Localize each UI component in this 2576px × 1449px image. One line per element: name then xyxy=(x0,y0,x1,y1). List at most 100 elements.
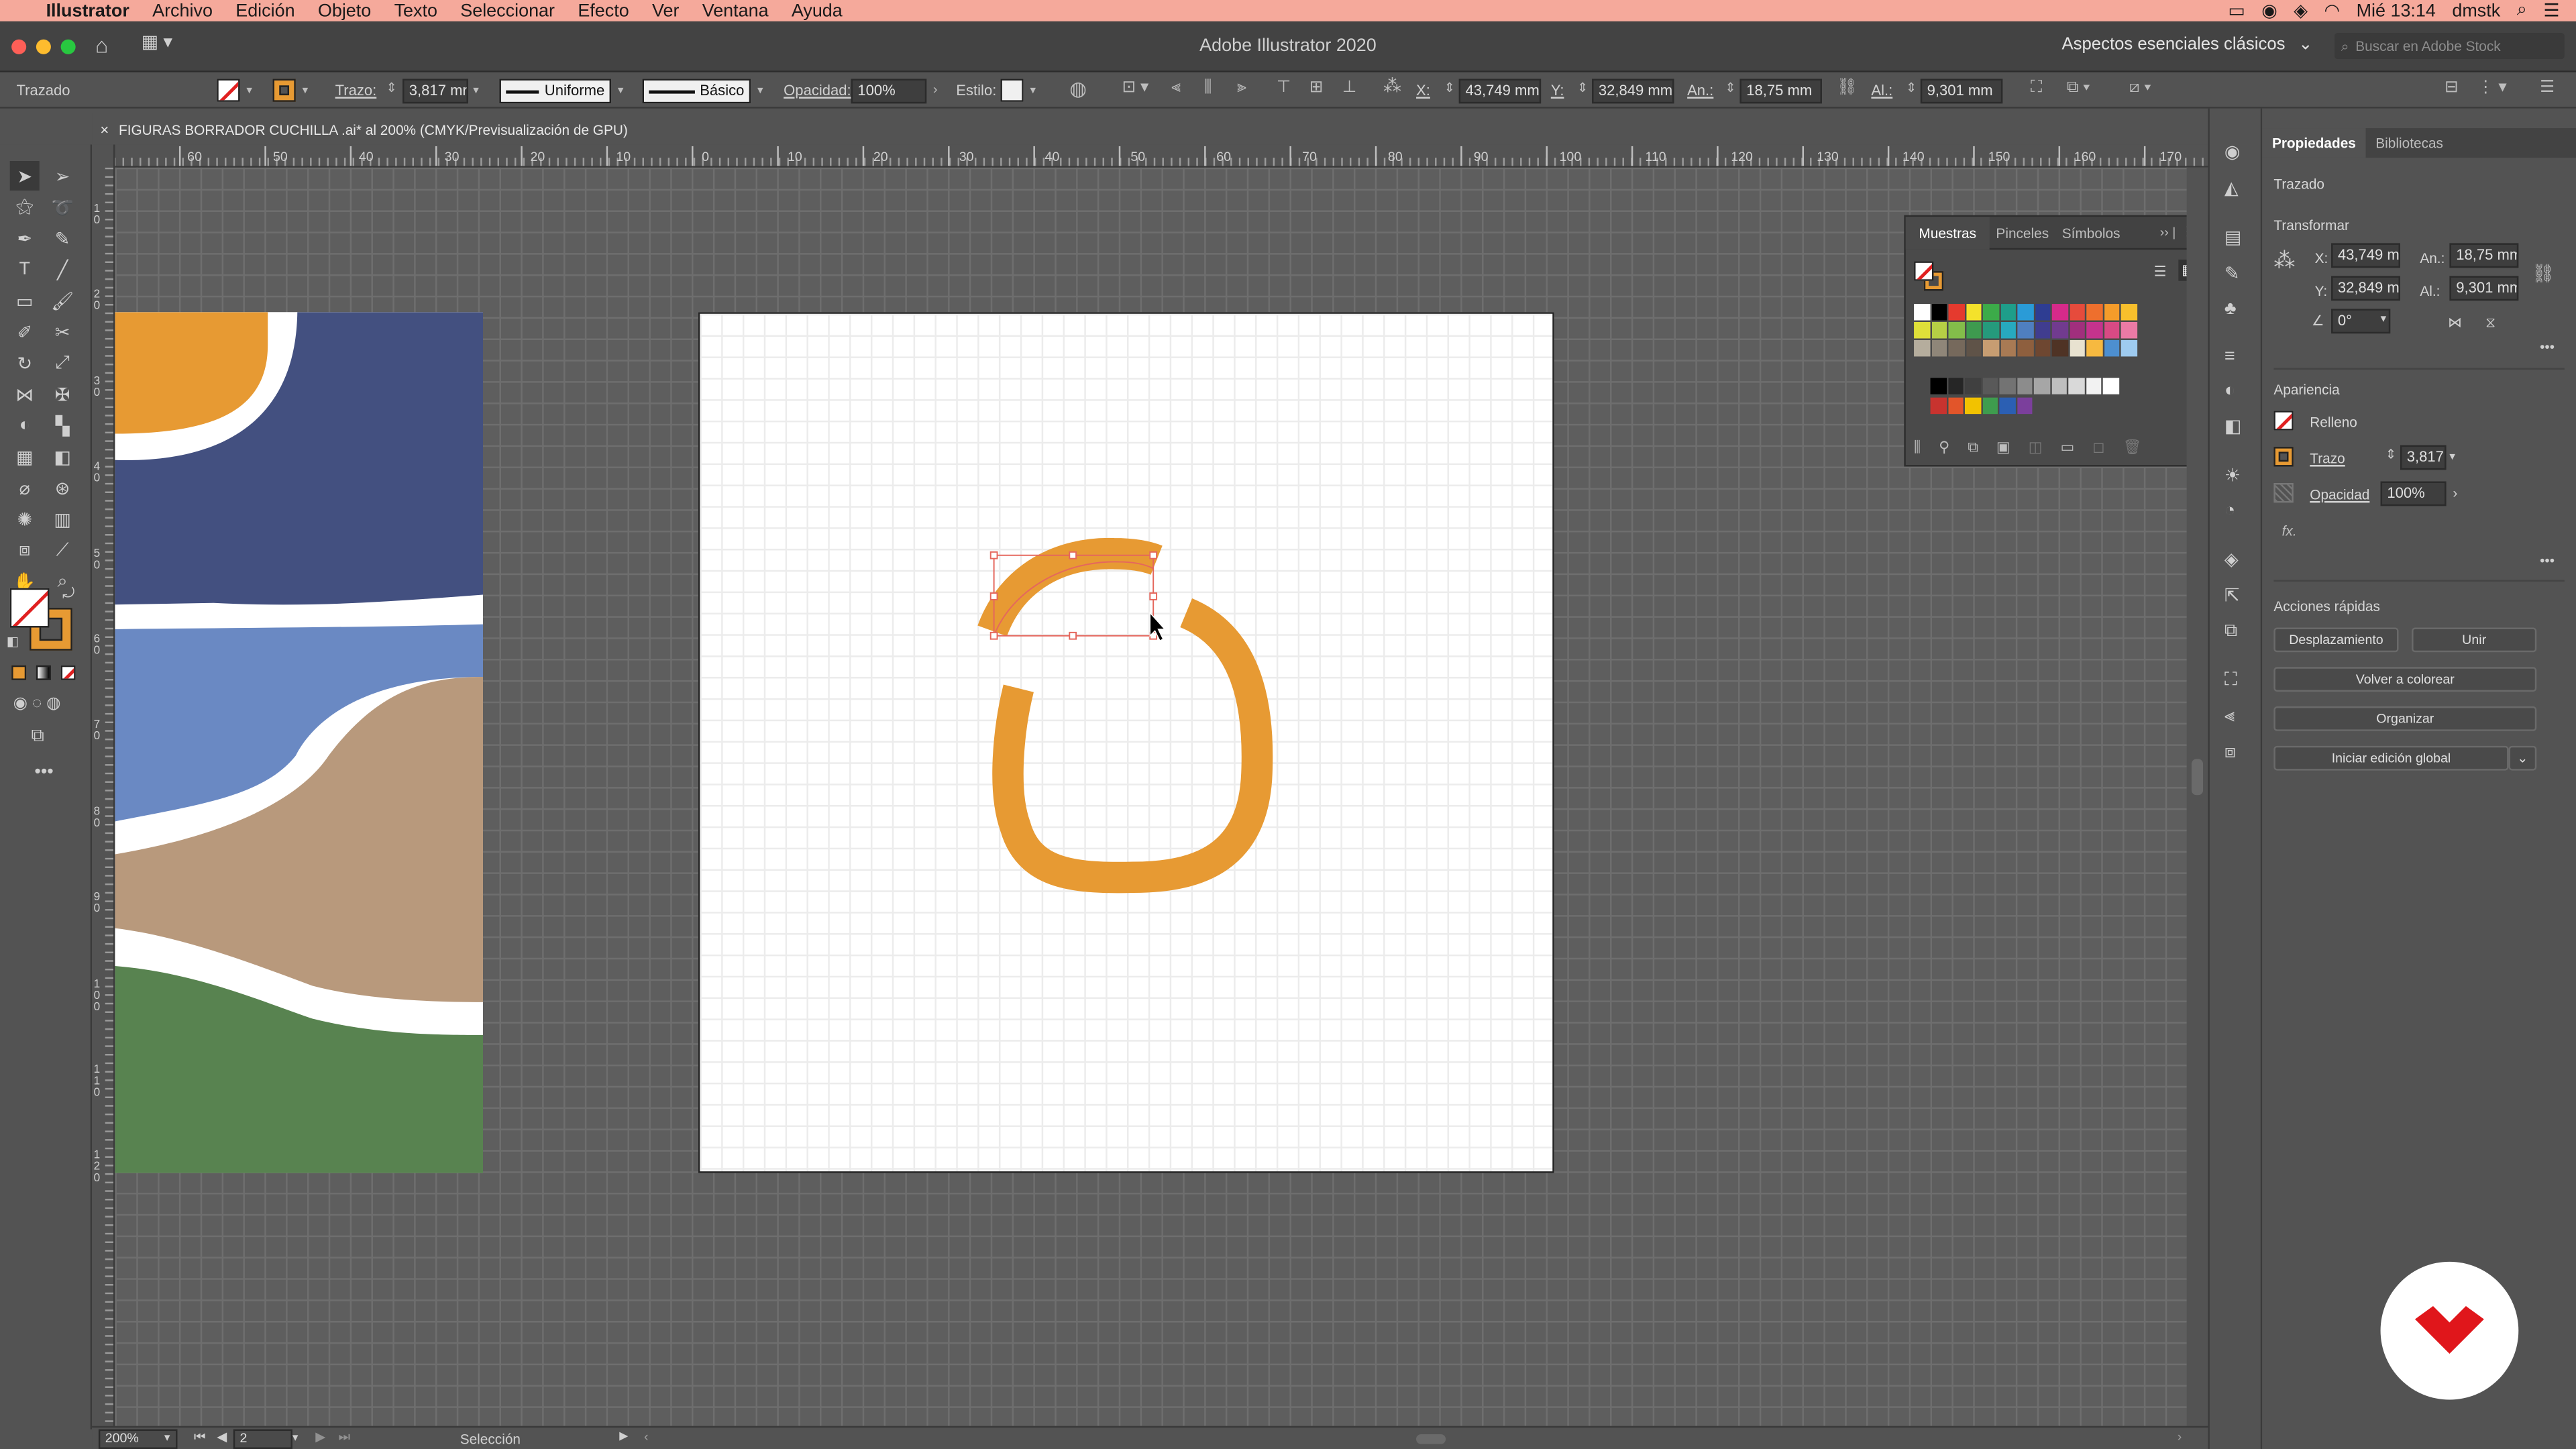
notification-icon[interactable]: ☰ xyxy=(2543,0,2559,21)
color-swatch[interactable] xyxy=(1948,339,1964,357)
color-swatch[interactable] xyxy=(2069,322,2085,339)
draw-mode-icon[interactable]: ◉ ◌ ◍ xyxy=(13,695,61,713)
x-input[interactable]: 43,749 mm xyxy=(1458,78,1542,104)
tab-pinceles[interactable]: Pinceles xyxy=(1990,224,2055,240)
arrange-button[interactable]: Organizar xyxy=(2273,706,2537,731)
screen-icon[interactable]: ▭ xyxy=(2228,0,2245,21)
last-artboard-icon[interactable]: ⏭ xyxy=(338,1430,350,1446)
menu-edicion[interactable]: Edición xyxy=(235,1,294,20)
stroke-stepper-icon[interactable]: ⇕ xyxy=(386,80,397,97)
color-swatch[interactable] xyxy=(2000,304,2016,321)
angle-dropdown-icon[interactable]: ▾ xyxy=(2381,312,2387,325)
delete-swatch-icon[interactable]: 🗑 xyxy=(2123,439,2142,457)
color-swatch[interactable] xyxy=(2086,322,2102,339)
stroke-dropdown-icon[interactable]: ▾ xyxy=(2449,450,2455,463)
color-swatch[interactable] xyxy=(2069,339,2085,357)
color-swatch[interactable] xyxy=(1914,339,1930,357)
opacity-label[interactable]: Opacidad: xyxy=(784,82,851,98)
color-swatch[interactable] xyxy=(2051,339,2068,357)
color-swatch[interactable] xyxy=(1982,304,1999,321)
gray-swatch[interactable] xyxy=(1930,378,1946,394)
prop-x-input[interactable]: 43,749 m xyxy=(2331,243,2400,268)
new-folder-icon[interactable]: ▭ xyxy=(2061,439,2075,457)
scissors-tool-icon[interactable]: ✂ xyxy=(48,317,77,347)
fill-dropdown-icon[interactable]: ▾ xyxy=(246,84,252,100)
color-swatch[interactable] xyxy=(2121,322,2137,339)
stroke-weight-input[interactable]: 3,817 mr xyxy=(402,78,468,104)
tab-propiedades[interactable]: Propiedades xyxy=(2262,128,2366,158)
brush-dropdown[interactable]: ▾ xyxy=(757,84,763,100)
fill-none-swatch[interactable] xyxy=(217,78,240,102)
learn-icon[interactable]: ◭ xyxy=(2224,177,2241,199)
magic-wand-tool-icon[interactable]: ⚝ xyxy=(10,193,40,222)
edit-swatch-icon[interactable]: ◫ xyxy=(2029,439,2043,457)
fill-color-box[interactable] xyxy=(9,588,50,628)
stroke-label[interactable]: Trazo: xyxy=(335,82,377,98)
curvature-tool-icon[interactable]: ✎ xyxy=(48,223,77,253)
type-tool-icon[interactable]: T xyxy=(10,255,40,284)
artboard[interactable] xyxy=(698,312,1554,1173)
shape-builder-tool-icon[interactable]: ◐ xyxy=(10,411,40,440)
gray-swatch[interactable] xyxy=(1964,378,1981,394)
color-swatch[interactable] xyxy=(1966,304,1982,321)
color-swatch[interactable] xyxy=(1982,322,1999,339)
lasso-tool-icon[interactable]: ➰ xyxy=(48,193,77,222)
menu-ventana[interactable]: Ventana xyxy=(702,1,769,20)
color-swatch[interactable] xyxy=(2086,339,2102,357)
color-themes-icon[interactable]: ◉ xyxy=(2224,142,2241,162)
color-swatch[interactable] xyxy=(1948,322,1964,339)
group-swatch[interactable] xyxy=(1930,397,1946,415)
color-swatch[interactable] xyxy=(2121,304,2137,321)
artboard-dropdown-icon[interactable]: ▾ xyxy=(292,1431,299,1444)
gray-swatch[interactable] xyxy=(2068,378,2084,394)
opacity-input[interactable]: 100% xyxy=(851,78,927,104)
menu-texto[interactable]: Texto xyxy=(394,1,437,20)
graphic-style-swatch[interactable] xyxy=(1000,78,1024,102)
recolor-artwork-icon[interactable]: ◍ xyxy=(1069,79,1087,99)
flip-horizontal-icon[interactable]: ⋈ xyxy=(2448,314,2462,332)
menu-seleccionar[interactable]: Seleccionar xyxy=(460,1,555,20)
align-to-icon[interactable]: ⊡ ▾ xyxy=(1122,80,1149,97)
scale-tool-icon[interactable]: ⤢ xyxy=(48,348,77,378)
h-scroll-thumb[interactable] xyxy=(1416,1434,1446,1444)
status-menu-arrow-icon[interactable]: ▶ xyxy=(619,1430,628,1442)
color-swatch[interactable] xyxy=(2017,339,2033,357)
horizontal-scrollbar[interactable]: ‹ › xyxy=(644,1430,2182,1446)
workspace-switcher[interactable]: Aspectos esenciales clásicos ⌄ xyxy=(2061,34,2312,54)
horizontal-ruler[interactable]: 60 50 40 30 20 10 0 10 20 30 40 50 60 70 80 90 100 110 120… xyxy=(98,144,2208,168)
color-swatch[interactable] xyxy=(2086,304,2102,321)
width-stepper-icon[interactable]: ⇕ xyxy=(1725,80,1735,97)
screen-mode-icon[interactable]: ⧉ xyxy=(32,726,44,747)
global-edit-dropdown[interactable]: ⌄ xyxy=(2508,745,2537,771)
color-swatch[interactable] xyxy=(1966,339,1982,357)
transform-panel-icon[interactable]: ⛶ xyxy=(2224,670,2241,692)
paintbrush-tool-icon[interactable]: 🖌 xyxy=(48,286,77,315)
artboard-side-illustration[interactable] xyxy=(115,312,484,1173)
properties-icon[interactable]: ▤ xyxy=(2224,227,2241,248)
opacity-arrow-icon[interactable]: › xyxy=(933,82,938,98)
color-swatch[interactable] xyxy=(2035,339,2051,357)
blend-tool-icon[interactable]: ⊛ xyxy=(48,473,77,502)
color-swatch[interactable] xyxy=(2103,304,2120,321)
previous-artboard-icon[interactable]: ◀ xyxy=(217,1430,227,1444)
mesh-tool-icon[interactable]: ▦ xyxy=(10,442,40,472)
color-swatch[interactable] xyxy=(1948,304,1964,321)
prop-width-input[interactable]: 18,75 mm xyxy=(2449,243,2519,268)
align-bottom-icon[interactable]: ⊥ xyxy=(1342,80,1356,97)
transform-icon[interactable]: ⛶ xyxy=(2031,80,2042,97)
rectangle-tool-icon[interactable]: ▭ xyxy=(10,286,40,315)
stroke-weight-dropdown[interactable]: ▾ xyxy=(473,84,479,100)
group-swatch[interactable] xyxy=(1964,397,1981,415)
prop-y-input[interactable]: 32,849 m xyxy=(2331,276,2400,301)
shape-mode-icon[interactable]: ⧉ ▾ xyxy=(2067,80,2090,97)
prop-opacity-input[interactable]: 100% xyxy=(2380,481,2447,506)
group-swatch[interactable] xyxy=(1999,397,2015,415)
panel-options-icon[interactable]: ⋮ ▾ xyxy=(2477,80,2507,97)
more-appearance-icon[interactable]: ••• xyxy=(2540,552,2555,568)
gradient-panel-icon[interactable]: ◧ xyxy=(2224,416,2241,437)
height-stepper-icon[interactable]: ⇕ xyxy=(1906,80,1917,97)
width-input[interactable]: 18,75 mm xyxy=(1739,78,1822,104)
artboards-icon[interactable]: ⧉ xyxy=(2224,621,2241,643)
pen-tool-icon[interactable]: ✒ xyxy=(10,223,40,253)
appearance-icon[interactable]: ◐ xyxy=(2224,381,2241,400)
